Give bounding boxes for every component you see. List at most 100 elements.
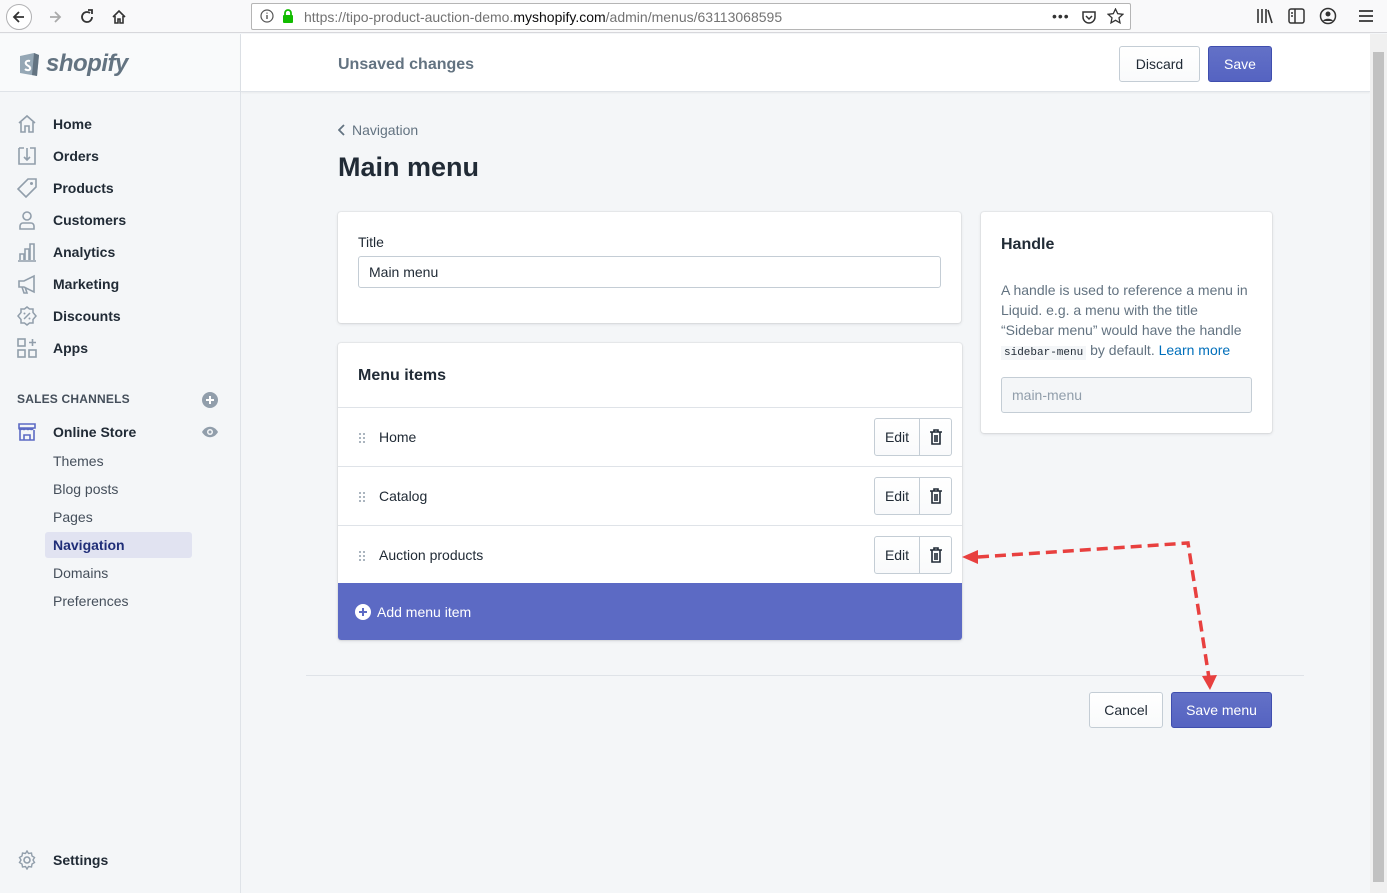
scroll-thumb[interactable] bbox=[1373, 52, 1384, 882]
title-field-label: Title bbox=[358, 234, 384, 250]
view-store-eye-icon[interactable] bbox=[201, 425, 219, 444]
add-menu-item-button[interactable]: Add menu item bbox=[338, 583, 962, 640]
menu-item-row: Home Edit bbox=[338, 407, 962, 466]
delete-menu-item-button[interactable] bbox=[920, 418, 952, 456]
browser-toolbar: https://tipo-product-auction-demo.myshop… bbox=[0, 0, 1387, 33]
page-title: Main menu bbox=[338, 152, 480, 182]
library-icon[interactable] bbox=[1256, 8, 1274, 29]
discount-icon bbox=[17, 306, 37, 326]
address-bar[interactable]: https://tipo-product-auction-demo.myshop… bbox=[251, 3, 1131, 30]
subitem-label: Themes bbox=[53, 453, 104, 469]
subitem-label: Navigation bbox=[53, 537, 125, 553]
store-icon bbox=[17, 422, 37, 442]
sidebar-item-label: Analytics bbox=[53, 244, 116, 260]
handle-input[interactable]: main-menu bbox=[1001, 377, 1252, 413]
shopify-bag-icon bbox=[16, 48, 42, 83]
sidebar-item-home[interactable]: Home bbox=[0, 109, 240, 139]
sidebar-item-apps[interactable]: Apps bbox=[0, 333, 240, 363]
subitem-label: Domains bbox=[53, 565, 109, 581]
sidebar-item-products[interactable]: Products bbox=[0, 173, 240, 203]
sidebar-toggle-icon[interactable] bbox=[1288, 8, 1305, 29]
brand-logo[interactable]: shopify bbox=[0, 34, 240, 92]
bar-chart-icon bbox=[17, 242, 37, 262]
edit-menu-item-button[interactable]: Edit bbox=[874, 477, 920, 515]
sidebar-subitem-pages[interactable]: Pages bbox=[45, 504, 192, 530]
handle-help-text: A handle is used to reference a menu in … bbox=[1001, 280, 1251, 363]
account-icon[interactable] bbox=[1319, 7, 1337, 30]
sidebar-subitem-domains[interactable]: Domains bbox=[45, 560, 192, 586]
delete-menu-item-button[interactable] bbox=[920, 536, 952, 574]
title-card: Title Main menu bbox=[338, 212, 961, 323]
menu-item-row: Auction products Edit bbox=[338, 525, 962, 584]
sidebar: shopify Home Orders Products Customers A… bbox=[0, 34, 241, 893]
breadcrumb[interactable]: Navigation bbox=[338, 122, 418, 138]
url-text: https://tipo-product-auction-demo.myshop… bbox=[304, 9, 783, 25]
handle-heading: Handle bbox=[1001, 236, 1055, 253]
sidebar-item-discounts[interactable]: Discounts bbox=[0, 301, 240, 331]
add-channel-icon[interactable] bbox=[202, 392, 218, 413]
plus-circle-icon bbox=[355, 603, 371, 620]
handle-card: Handle A handle is used to reference a m… bbox=[981, 212, 1272, 433]
orders-icon bbox=[17, 146, 37, 166]
help-code: sidebar-menu bbox=[1001, 346, 1087, 360]
bookmark-star-icon[interactable] bbox=[1106, 7, 1125, 30]
subitem-label: Preferences bbox=[53, 593, 129, 609]
sidebar-item-marketing[interactable]: Marketing bbox=[0, 269, 240, 299]
sidebar-item-analytics[interactable]: Analytics bbox=[0, 237, 240, 267]
save-button[interactable]: Save bbox=[1208, 46, 1272, 82]
drag-handle-icon[interactable] bbox=[358, 491, 366, 503]
lock-icon bbox=[281, 8, 295, 29]
learn-more-link[interactable]: Learn more bbox=[1159, 342, 1231, 358]
sidebar-item-settings[interactable]: Settings bbox=[0, 845, 240, 875]
drag-handle-icon[interactable] bbox=[358, 550, 366, 562]
trash-icon bbox=[929, 547, 942, 563]
apps-icon bbox=[17, 338, 37, 358]
info-icon[interactable] bbox=[260, 9, 274, 28]
pocket-icon[interactable] bbox=[1081, 9, 1097, 30]
footer-divider bbox=[306, 675, 1304, 676]
menu-items-card: Menu items Home Edit Catalog Edit Auctio… bbox=[338, 343, 962, 640]
save-menu-button[interactable]: Save menu bbox=[1171, 692, 1272, 728]
sidebar-item-customers[interactable]: Customers bbox=[0, 205, 240, 235]
home-icon bbox=[17, 114, 37, 134]
subitem-label: Pages bbox=[53, 509, 93, 525]
sidebar-subitem-themes[interactable]: Themes bbox=[45, 448, 192, 474]
menu-item-label: Auction products bbox=[379, 547, 484, 563]
drag-handle-icon[interactable] bbox=[358, 432, 366, 444]
more-icon[interactable]: ••• bbox=[1052, 8, 1070, 24]
sidebar-item-label: Products bbox=[53, 180, 114, 196]
sidebar-item-label: Settings bbox=[53, 852, 109, 868]
edit-menu-item-button[interactable]: Edit bbox=[874, 536, 920, 574]
sidebar-item-label: Online Store bbox=[53, 424, 137, 440]
sidebar-subitem-blog-posts[interactable]: Blog posts bbox=[45, 476, 192, 502]
sidebar-item-label: Orders bbox=[53, 148, 99, 164]
menu-item-label: Home bbox=[379, 429, 417, 445]
cancel-button[interactable]: Cancel bbox=[1089, 692, 1163, 728]
sidebar-item-orders[interactable]: Orders bbox=[0, 141, 240, 171]
delete-menu-item-button[interactable] bbox=[920, 477, 952, 515]
tag-icon bbox=[16, 178, 37, 199]
browser-home-icon[interactable] bbox=[106, 4, 132, 30]
chevron-left-icon bbox=[338, 124, 345, 136]
scrollbar[interactable] bbox=[1370, 34, 1387, 893]
subitem-label: Blog posts bbox=[53, 481, 119, 497]
edit-menu-item-button[interactable]: Edit bbox=[874, 418, 920, 456]
sidebar-item-label: Apps bbox=[53, 340, 88, 356]
sidebar-subitem-preferences[interactable]: Preferences bbox=[45, 588, 192, 614]
discard-button[interactable]: Discard bbox=[1119, 46, 1200, 82]
hamburger-menu-icon[interactable] bbox=[1358, 9, 1374, 28]
menu-item-label: Catalog bbox=[379, 488, 428, 504]
person-icon bbox=[17, 210, 37, 230]
forward-icon[interactable] bbox=[42, 4, 68, 30]
reload-icon[interactable] bbox=[74, 4, 100, 30]
title-input[interactable]: Main menu bbox=[358, 256, 941, 288]
back-icon[interactable] bbox=[6, 4, 32, 30]
breadcrumb-label: Navigation bbox=[352, 122, 419, 138]
sidebar-item-label: Home bbox=[53, 116, 92, 132]
gear-icon bbox=[17, 849, 37, 871]
sidebar-item-label: Discounts bbox=[53, 308, 121, 324]
brand-name: shopify bbox=[46, 50, 128, 77]
sidebar-item-label: Marketing bbox=[53, 276, 120, 292]
sidebar-subitem-navigation[interactable]: Navigation bbox=[45, 532, 192, 558]
menu-item-row: Catalog Edit bbox=[338, 466, 962, 525]
